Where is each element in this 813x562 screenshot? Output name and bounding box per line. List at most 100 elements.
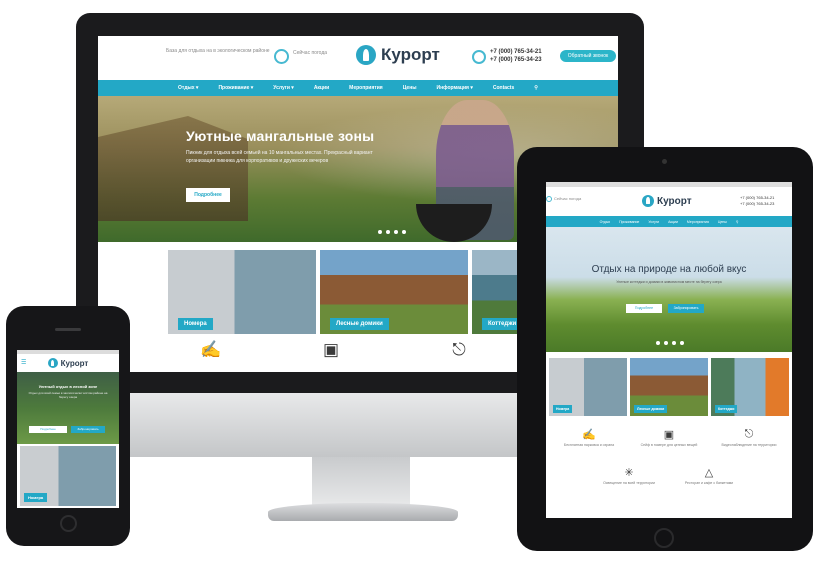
- tile-label: Номера: [24, 493, 48, 502]
- tile-label: Лесные домики: [634, 405, 668, 413]
- nav-item-promotions[interactable]: Акции: [314, 85, 329, 91]
- feature-item: △ Ресторан и кафе с банкетами: [674, 466, 744, 486]
- weather-link[interactable]: Сейчас погода: [554, 196, 594, 202]
- phone-numbers: +7 (000) 765-34-21 +7 (000) 765-34-23: [740, 195, 774, 207]
- weather-link[interactable]: Сейчас погода: [293, 50, 333, 57]
- camera-icon: ⎋: [452, 340, 466, 359]
- tile-label: Номера: [178, 318, 213, 330]
- tile-rooms[interactable]: Номера: [20, 446, 116, 506]
- phone-number-2[interactable]: +7 (000) 765-34-23: [740, 201, 774, 207]
- nav-item-contacts[interactable]: Contacts: [493, 85, 514, 91]
- tile-rooms[interactable]: Номера: [168, 250, 316, 334]
- hero-description: Уютные коттеджи и домики в живописном ме…: [616, 280, 722, 284]
- slider-dot[interactable]: [386, 230, 390, 234]
- site-logo[interactable]: Курорт: [642, 195, 692, 207]
- phone-header: Курорт: [17, 354, 119, 372]
- phone-numbers: +7 (000) 765-34-21 +7 (000) 765-34-23: [490, 48, 542, 64]
- nav-item-rest[interactable]: Отдых ▾: [178, 85, 198, 91]
- tile-label: Коттеджи: [715, 405, 738, 413]
- nav-item-services[interactable]: Услуги: [648, 220, 659, 224]
- tablet-status-bar: [546, 182, 792, 187]
- hero-book-button[interactable]: Забронировать: [668, 304, 704, 313]
- site-logo[interactable]: Курорт: [356, 45, 440, 65]
- hero-details-button[interactable]: Подробнее: [29, 426, 67, 433]
- tablet-feature-list: ✍ Бесплатная парковка и охрана ▣ Сейф в …: [546, 428, 792, 518]
- feature-item: ✳ Освещение на всей территории: [594, 466, 664, 486]
- feature-label: Бесплатная парковка и охрана: [563, 443, 615, 447]
- tablet-category-tiles: Номера Лесные домики Коттеджи: [549, 358, 789, 416]
- feature-label: Освещение на всей территории: [603, 481, 655, 485]
- tile-label: Лесные домики: [330, 318, 389, 330]
- nav-item-promotions[interactable]: Акции: [668, 220, 678, 224]
- site-tagline: База для отдыха на в экологическом район…: [166, 48, 270, 54]
- slider-dot[interactable]: [378, 230, 382, 234]
- nav-item-prices[interactable]: Цены: [403, 85, 417, 91]
- logo-text: Курорт: [657, 195, 692, 207]
- hero-description: Отдых для всей семьи в экологически чист…: [28, 391, 108, 399]
- slider-dot[interactable]: [664, 341, 668, 345]
- tile-forest-houses[interactable]: Лесные домики: [630, 358, 708, 416]
- lamp-icon: ✳: [624, 467, 634, 479]
- weather-icon: [546, 196, 552, 202]
- feature-label: Сейф в номере для ценных вещей: [640, 443, 698, 447]
- hero-title: Уютные мангальные зоны: [186, 128, 375, 144]
- search-icon[interactable]: ⚲: [736, 220, 739, 224]
- callback-button[interactable]: Обратный звонок: [560, 50, 616, 62]
- tree-logo-icon: [47, 358, 58, 368]
- tile-cottages[interactable]: Коттеджи: [711, 358, 789, 416]
- feature-label: Видеонаблюдение на территории: [721, 443, 777, 447]
- nav-item-accommodation[interactable]: Проживание: [619, 220, 639, 224]
- slider-dots: [656, 341, 684, 345]
- tile-rooms[interactable]: Номера: [549, 358, 627, 416]
- nav-item-events[interactable]: Мероприятия: [349, 85, 383, 91]
- tree-logo-icon: [356, 45, 376, 65]
- nav-item-services[interactable]: Услуги ▾: [273, 85, 294, 91]
- phone-icon: [472, 50, 486, 64]
- feature-label: Ресторан и кафе с банкетами: [684, 481, 734, 485]
- logo-text[interactable]: Курорт: [61, 359, 89, 368]
- safe-icon: ▣: [663, 429, 675, 441]
- feature-item: ⎋ Видеонаблюдение на территории: [714, 428, 784, 448]
- nav-item-events[interactable]: Мероприятия: [687, 220, 709, 224]
- hero-description: Пикник для отдыха всей семьей на 10 манг…: [186, 150, 373, 164]
- slider-dot[interactable]: [394, 230, 398, 234]
- tree-logo-icon: [642, 195, 654, 207]
- hero-book-button[interactable]: Забронировать: [71, 426, 105, 433]
- safe-icon: ▣: [322, 340, 340, 359]
- search-icon[interactable]: ⚲: [534, 85, 538, 91]
- slider-dot[interactable]: [672, 341, 676, 345]
- desktop-monitor-base: [268, 503, 458, 521]
- tablet-camera: [662, 159, 667, 164]
- logo-text: Курорт: [381, 45, 440, 64]
- nav-item-info[interactable]: Информация ▾: [437, 85, 473, 91]
- phone-number-1[interactable]: +7 (000) 765-34-21: [490, 48, 542, 56]
- camera-icon: ⎋: [744, 428, 754, 440]
- slider-dot[interactable]: [402, 230, 406, 234]
- phone-number-2[interactable]: +7 (000) 765-34-23: [490, 56, 542, 64]
- desktop-monitor-stand: [312, 457, 410, 505]
- hand-card-icon: ✍: [200, 340, 222, 359]
- cake-icon: △: [704, 467, 714, 479]
- hero-title: Отдых на природе на любой вкус: [591, 264, 747, 275]
- tablet-screen: Сейчас погода Курорт +7 (000) 765-34-21 …: [546, 182, 792, 518]
- phone-screen: Курорт ☰ Уютный отдых в лесной зоне Отды…: [17, 350, 119, 508]
- tile-forest-houses[interactable]: Лесные домики: [320, 250, 468, 334]
- hero-details-button[interactable]: Подробнее: [626, 304, 662, 313]
- feature-item: ▣ Сейф в номере для ценных вещей: [634, 428, 704, 448]
- tablet-home-button: [654, 528, 674, 548]
- nav-item-prices[interactable]: Цены: [718, 220, 727, 224]
- desktop-main-nav: Отдых ▾ Проживание ▾ Услуги ▾ Акции Меро…: [98, 80, 618, 96]
- phone-home-button: [60, 515, 77, 532]
- hero-title: Уютный отдых в лесной зоне: [38, 384, 98, 389]
- menu-icon[interactable]: ☰: [21, 359, 26, 366]
- nav-item-rest[interactable]: Отдых: [600, 220, 611, 224]
- hand-card-icon: ✍: [582, 429, 596, 441]
- slider-dot[interactable]: [656, 341, 660, 345]
- slider-dot[interactable]: [680, 341, 684, 345]
- nav-item-accommodation[interactable]: Проживание ▾: [218, 85, 253, 91]
- slider-dots: [378, 230, 406, 234]
- weather-icon: [274, 49, 289, 64]
- desktop-header: База для отдыха на в экологическом район…: [98, 36, 618, 80]
- hero-details-button[interactable]: Подробнее: [186, 188, 230, 202]
- tile-label: Номера: [553, 405, 573, 413]
